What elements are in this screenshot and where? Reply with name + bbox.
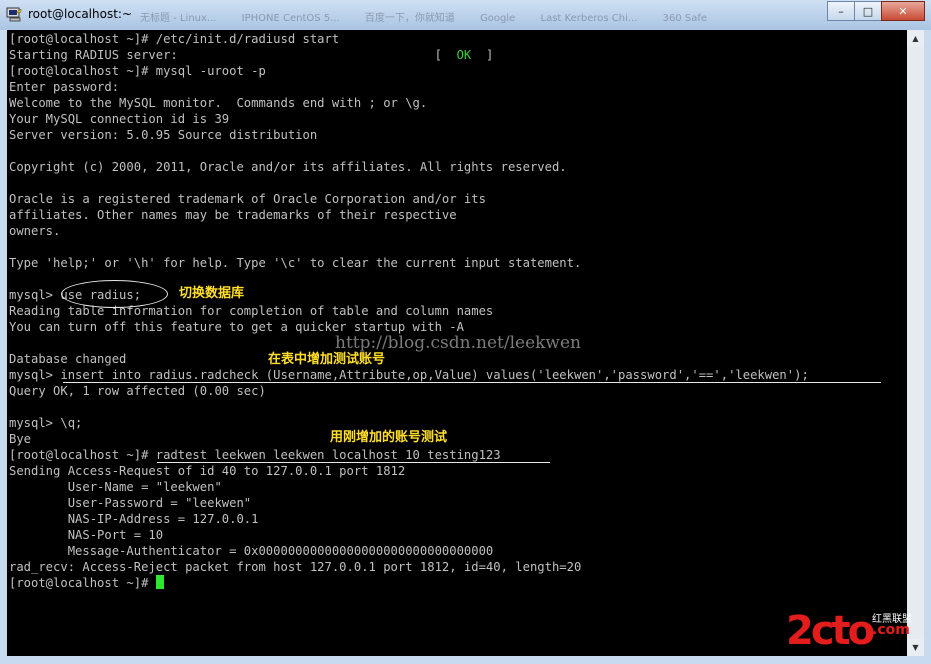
terminal-line: mysql> \q; (9, 416, 83, 430)
terminal-line: rad_recv: Access-Reject packet from host… (9, 560, 582, 574)
ok-bracket: ] (471, 48, 494, 62)
terminal-line: Copyright (c) 2000, 2011, Oracle and/or … (9, 160, 567, 174)
terminal-line: Reading table information for completion… (9, 304, 494, 318)
ghost-tab: Last Kerberos Chi... (540, 13, 638, 24)
annotation-underline (157, 462, 550, 463)
scroll-up-arrow-icon[interactable]: ▲ (907, 30, 924, 47)
annotation-switch-db: 切换数据库 (179, 286, 245, 301)
terminal-line: Message-Authenticator = 0x00000000000000… (9, 544, 494, 558)
ghost-tab: IPHONE CentOS 5... (241, 13, 340, 24)
putty-window: root@localhost:~ 无标题 - Linux... IPHONE C… (0, 0, 931, 664)
terminal-line-radius-start: Starting RADIUS server: [ OK ] (9, 47, 493, 63)
terminal-prompt-line: [root@localhost ~]# (9, 575, 164, 591)
terminal-line: [root@localhost ~]# mysql -uroot -p (9, 64, 266, 78)
terminal-line: [root@localhost ~]# (9, 576, 156, 590)
terminal-line: Sending Access-Request of id 40 to 127.0… (9, 464, 406, 478)
terminal-line: affiliates. Other names may be trademark… (9, 208, 457, 222)
minimize-button[interactable]: – (827, 1, 855, 21)
ok-status: OK (456, 48, 472, 62)
terminal-line: Type 'help;' or '\h' for help. Type '\c'… (9, 256, 582, 270)
background-taskbar-tabs: 无标题 - Linux... IPHONE CentOS 5... 百度一下，你… (140, 9, 740, 25)
title-bar[interactable]: root@localhost:~ 无标题 - Linux... IPHONE C… (0, 0, 931, 30)
maximize-button[interactable]: □ (854, 1, 882, 21)
terminal-line: Your MySQL connection id is 39 (9, 112, 230, 126)
blog-watermark: http://blog.csdn.net/leekwen (335, 333, 581, 353)
terminal-line: User-Name = "leekwen" (9, 480, 222, 494)
annotation-test-account: 用刚增加的账号测试 (330, 430, 448, 445)
logo-subtext: 红黑联盟 .com (872, 614, 912, 638)
logo-sub-com: .com (872, 622, 910, 638)
terminal-line: NAS-IP-Address = 127.0.0.1 (9, 512, 259, 526)
putty-icon (6, 7, 22, 22)
ghost-tab: Google (480, 13, 516, 24)
close-button[interactable]: ✕ (881, 1, 925, 21)
terminal-screen[interactable]: [root@localhost ~]# /etc/init.d/radiusd … (7, 30, 907, 656)
terminal-line: Oracle is a registered trademark of Orac… (9, 192, 486, 206)
terminal-line: Database changed (9, 352, 127, 366)
terminal-line: Enter password: (9, 80, 120, 94)
site-logo: 2cto 红黑联盟 .com (786, 608, 926, 656)
terminal-line: NAS-Port = 10 (9, 528, 164, 542)
terminal-line: [root@localhost ~]# radtest leekwen leek… (9, 448, 501, 462)
terminal-line: mysql> insert into radius.radcheck (User… (9, 368, 809, 382)
window-controls: – □ ✕ (827, 1, 925, 21)
terminal-line: [root@localhost ~]# /etc/init.d/radiusd … (9, 32, 340, 46)
terminal-line: Starting RADIUS server: [ (9, 48, 457, 62)
terminal-line: User-Password = "leekwen" (9, 496, 252, 510)
ghost-tab: 360 Safe (662, 13, 707, 24)
terminal-line: owners. (9, 224, 61, 238)
window-title: root@localhost:~ (28, 7, 133, 21)
annotation-underline (63, 382, 881, 383)
ghost-tab: 无标题 - Linux... (140, 13, 217, 24)
terminal-line: Query OK, 1 row affected (0.00 sec) (9, 384, 266, 398)
text-cursor (155, 575, 164, 589)
ghost-tab: 百度一下，你就知道 (364, 13, 455, 24)
logo-main: 2cto (786, 608, 875, 654)
terminal-line: Server version: 5.0.95 Source distributi… (9, 128, 318, 142)
vertical-scrollbar[interactable]: ▲ ▼ (907, 30, 924, 656)
annotation-ellipse (61, 280, 168, 308)
terminal-line: Welcome to the MySQL monitor. Commands e… (9, 96, 428, 110)
terminal-line: Bye (9, 432, 32, 446)
